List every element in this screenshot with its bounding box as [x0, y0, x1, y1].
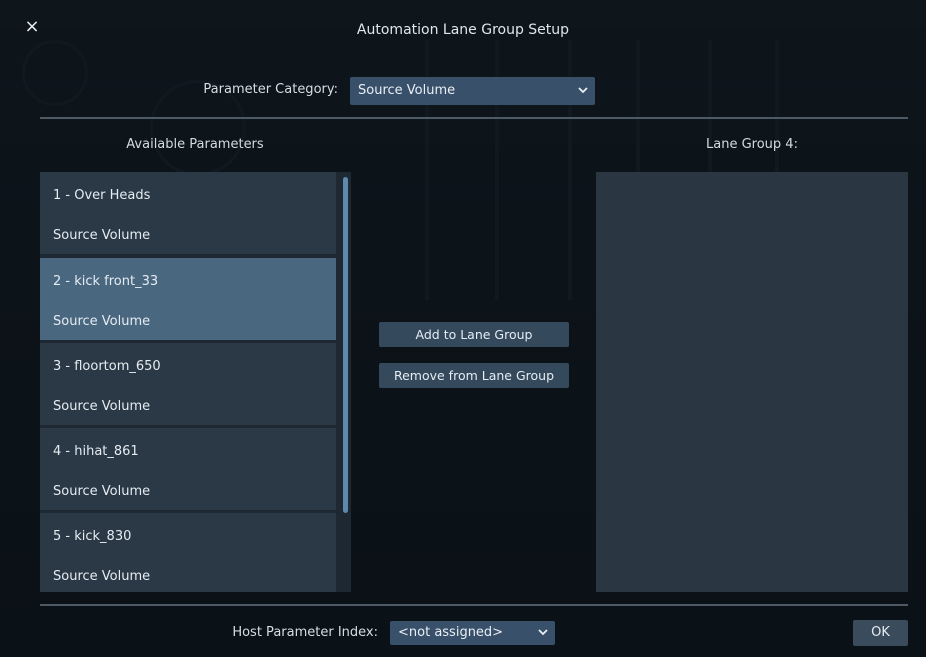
list-scrollbar[interactable] [343, 177, 348, 513]
parameter-type: Source Volume [53, 399, 151, 414]
lane-group-list[interactable] [596, 172, 908, 592]
parameter-name: 3 - floortom_650 [53, 359, 161, 374]
host-parameter-index-select[interactable]: <not assigned> [390, 621, 555, 645]
available-parameters-list: 1 - Over Heads Source Volume 2 - kick fr… [40, 172, 351, 592]
divider [40, 117, 908, 119]
list-item[interactable]: 4 - hihat_861 Source Volume [40, 428, 336, 510]
parameter-name: 5 - kick_830 [53, 529, 132, 544]
host-parameter-index-label: Host Parameter Index: [232, 625, 378, 640]
list-item[interactable]: 2 - kick front_33 Source Volume [40, 258, 336, 340]
lane-group-heading: Lane Group 4: [706, 137, 798, 152]
parameter-type: Source Volume [53, 484, 151, 499]
dialog-title: Automation Lane Group Setup [356, 22, 570, 38]
list-item[interactable]: 1 - Over Heads Source Volume [40, 172, 336, 254]
parameter-name: 1 - Over Heads [53, 188, 151, 203]
parameter-name: 2 - kick front_33 [53, 274, 159, 289]
app-stage: × Automation Lane Group Setup Parameter … [0, 0, 926, 657]
chevron-down-icon [538, 629, 548, 636]
ok-button[interactable]: OK [853, 620, 908, 646]
add-to-lane-group-button[interactable]: Add to Lane Group [379, 322, 569, 347]
remove-from-lane-group-button[interactable]: Remove from Lane Group [379, 363, 569, 388]
parameter-name: 4 - hihat_861 [53, 444, 139, 459]
list-item[interactable]: 3 - floortom_650 Source Volume [40, 343, 336, 425]
divider [40, 604, 908, 606]
host-parameter-index-value: <not assigned> [398, 625, 504, 640]
parameter-type: Source Volume [53, 228, 151, 243]
parameter-category-value: Source Volume [358, 83, 456, 98]
parameter-category-label: Parameter Category: [203, 82, 338, 97]
available-parameters-heading: Available Parameters [126, 137, 264, 152]
dialog-overlay: × Automation Lane Group Setup Parameter … [0, 0, 926, 657]
chevron-down-icon [578, 87, 588, 94]
parameter-category-select[interactable]: Source Volume [350, 77, 595, 105]
parameter-type: Source Volume [53, 314, 151, 329]
parameter-type: Source Volume [53, 569, 151, 584]
list-item[interactable]: 5 - kick_830 Source Volume [40, 513, 336, 592]
